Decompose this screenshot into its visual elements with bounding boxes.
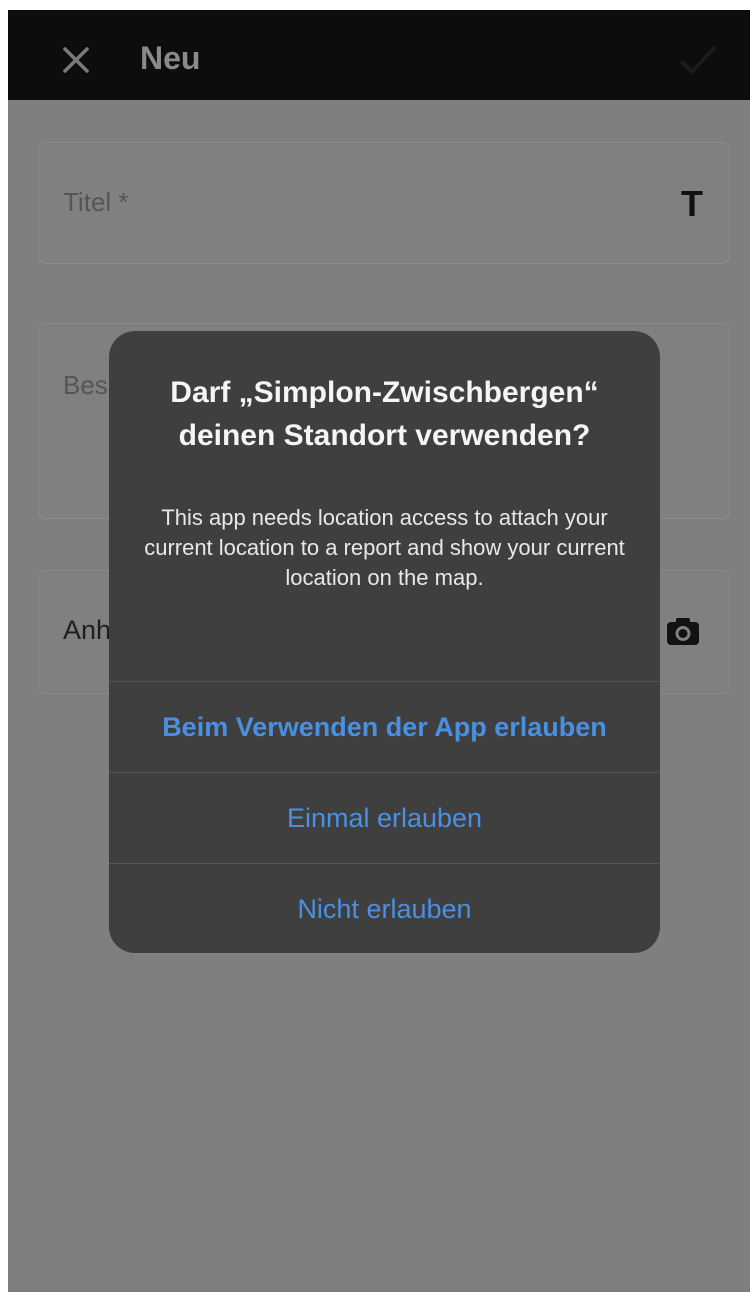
dont-allow-button[interactable]: Nicht erlauben xyxy=(109,863,660,953)
dialog-title: Darf „Simplon-Zwischbergen“ deinen Stand… xyxy=(170,376,599,452)
allow-while-using-button[interactable]: Beim Verwenden der App erlauben xyxy=(109,681,660,771)
confirm-button[interactable] xyxy=(676,40,720,80)
app-screen: Neu Titel * T Bes Anh Darf „Simplon-Zwis… xyxy=(8,10,750,1292)
camera-icon[interactable] xyxy=(665,615,701,647)
dialog-header: Darf „Simplon-Zwischbergen“ deinen Stand… xyxy=(109,331,660,681)
text-format-icon[interactable]: T xyxy=(681,183,703,225)
location-permission-dialog: Darf „Simplon-Zwischbergen“ deinen Stand… xyxy=(109,331,660,953)
dialog-message: This app needs location access to attach… xyxy=(144,505,625,590)
top-bar: Neu xyxy=(8,10,750,100)
allow-once-button[interactable]: Einmal erlauben xyxy=(109,772,660,862)
close-button[interactable] xyxy=(56,40,96,80)
checkmark-icon xyxy=(680,46,716,74)
attachments-field-label: Anh xyxy=(63,615,112,645)
description-field-label: Bes xyxy=(63,370,108,400)
title-field[interactable]: Titel * T xyxy=(38,142,730,264)
page-title: Neu xyxy=(140,40,201,76)
title-field-label: Titel * xyxy=(63,187,129,217)
close-icon xyxy=(63,47,89,73)
